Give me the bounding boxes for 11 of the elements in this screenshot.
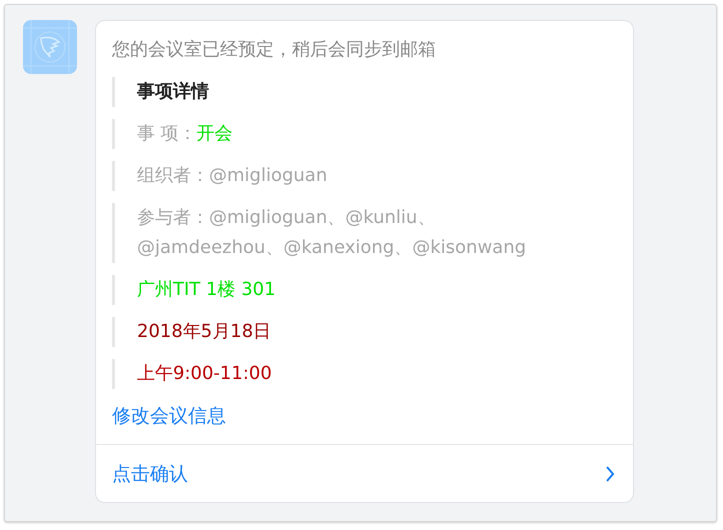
edit-link[interactable]: 修改会议信息 [112,405,226,427]
detail-field: 事 项：开会 [137,119,542,149]
section-title: 事项详情 [137,80,210,104]
app-avatar-icon [23,20,77,74]
detail-field: 参与者：@miglioguan、@kunliu、@jamdeezhou、@kanexiong、@kisonwang [137,203,542,263]
chevron-right-icon [605,464,615,482]
detail-text: 2018年5月18日 [137,320,272,344]
detail-text: 上午9:00-11:00 [137,362,273,386]
message-text: 您的会议室已经预定，稍后会同步到邮箱 [112,38,437,62]
detail-field: 组织者：@miglioguan [137,161,542,191]
detail-text: 广州TIT 1楼 301 [137,278,277,302]
